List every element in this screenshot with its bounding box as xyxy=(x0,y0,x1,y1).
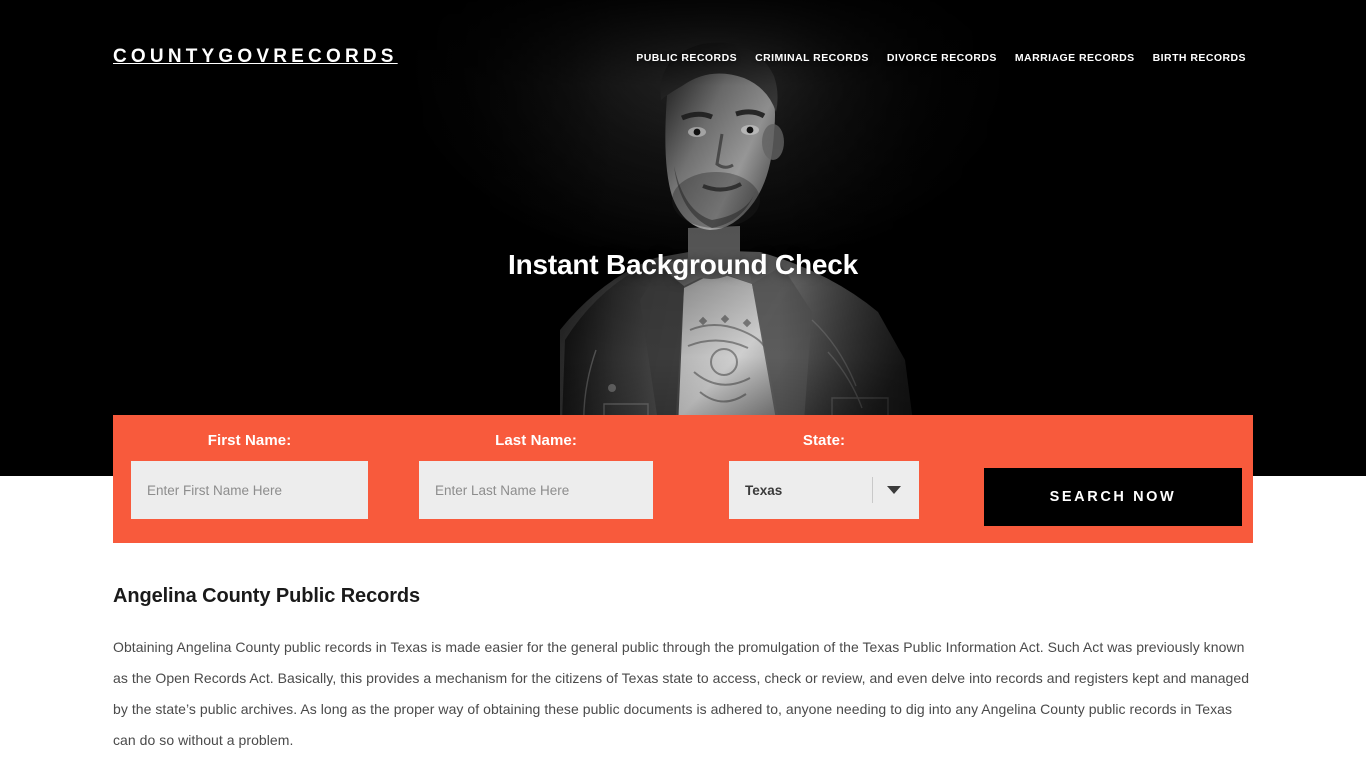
hero-title: Instant Background Check xyxy=(508,249,858,280)
page-root: Instant Background Check COUNTYGOVRECORD… xyxy=(0,0,1366,768)
main-content: Angelina County Public Records Obtaining… xyxy=(113,585,1253,756)
intro-paragraph: Obtaining Angelina County public records… xyxy=(113,639,1250,748)
last-name-label: Last Name: xyxy=(495,432,577,449)
first-name-input[interactable] xyxy=(131,461,368,519)
last-name-input[interactable] xyxy=(419,461,653,519)
nav-item-divorce-records[interactable]: DIVORCE RECORDS xyxy=(887,52,997,64)
state-select-value: Texas xyxy=(745,482,783,498)
state-label: State: xyxy=(802,432,846,449)
nav-item-birth-records[interactable]: BIRTH RECORDS xyxy=(1153,52,1246,64)
first-name-field-group: First Name: xyxy=(131,431,368,519)
site-logo[interactable]: COUNTYGOVRECORDS xyxy=(113,46,398,68)
search-now-button[interactable]: SEARCH NOW xyxy=(984,468,1242,526)
first-name-label: First Name: xyxy=(207,432,292,449)
nav-item-criminal-records[interactable]: CRIMINAL RECORDS xyxy=(755,52,869,64)
main-navigation: PUBLIC RECORDS CRIMINAL RECORDS DIVORCE … xyxy=(636,52,1246,64)
site-header: COUNTYGOVRECORDS PUBLIC RECORDS CRIMINAL… xyxy=(0,0,1366,90)
state-field-group: State: Texas xyxy=(729,431,919,519)
nav-item-marriage-records[interactable]: MARRIAGE RECORDS xyxy=(1015,52,1135,64)
select-separator xyxy=(872,477,873,503)
background-check-search-form: First Name: Last Name: State: Texas SEAR… xyxy=(113,415,1253,543)
chevron-down-icon xyxy=(887,486,901,494)
state-select[interactable]: Texas xyxy=(729,461,919,519)
nav-item-public-records[interactable]: PUBLIC RECORDS xyxy=(636,52,737,64)
last-name-field-group: Last Name: xyxy=(419,431,653,519)
page-title: Angelina County Public Records xyxy=(113,585,421,607)
